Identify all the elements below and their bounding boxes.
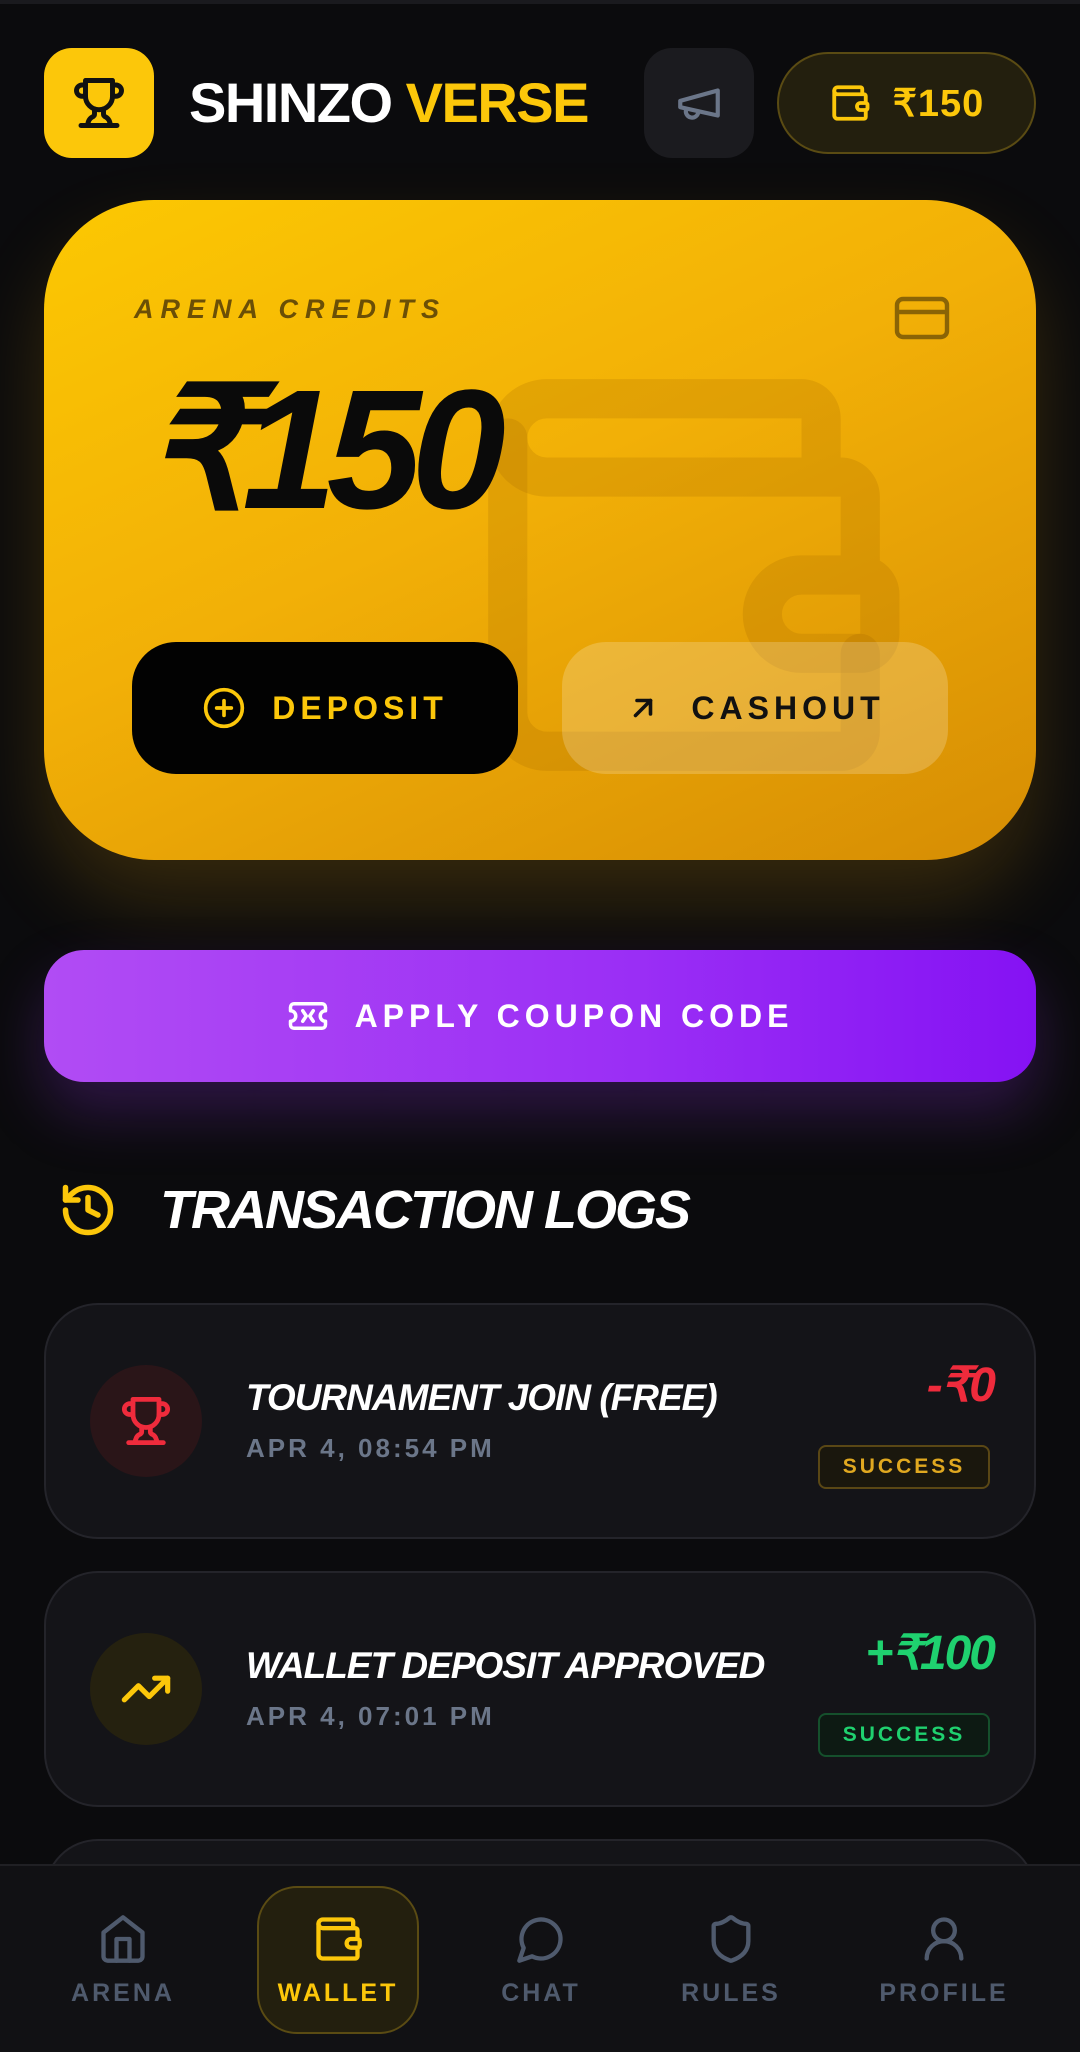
nav-item-label: PROFILE: [879, 1978, 1009, 2007]
nav-item-rules[interactable]: RULES: [650, 1886, 812, 2034]
history-icon: [62, 1184, 114, 1236]
transaction-date: APR 4, 08:54 PM: [246, 1433, 495, 1463]
transaction-name: WALLET DEPOSIT APPROVED: [246, 1645, 765, 1686]
wallet-icon: [832, 85, 870, 121]
megaphone-icon: [678, 88, 720, 120]
deposit-button[interactable]: DEPOSIT: [132, 642, 518, 774]
trophy-icon: [74, 78, 124, 128]
app-logo[interactable]: [44, 48, 154, 158]
credits-label: ARENA CREDITS: [134, 294, 447, 324]
trophy-icon: [122, 1396, 170, 1446]
app-header: SHINZO VERSE ₹150: [44, 48, 1036, 158]
nav-item-chat[interactable]: CHAT: [460, 1886, 622, 2034]
status-badge: SUCCESS: [818, 1445, 990, 1489]
transaction-amount: -₹0: [926, 1359, 996, 1412]
transaction-item[interactable]: WALLET DEPOSIT APPROVED APR 4, 07:01 PM …: [44, 1571, 1036, 1807]
transaction-name: TOURNAMENT JOIN (FREE): [246, 1377, 718, 1418]
deposit-label: DEPOSIT: [272, 689, 448, 726]
home-icon: [101, 1914, 145, 1963]
app-title: SHINZO VERSE: [189, 70, 590, 136]
nav-item-wallet[interactable]: WALLET: [257, 1886, 419, 2034]
status-strip: [0, 0, 1080, 4]
nav-item-profile[interactable]: PROFILE: [863, 1886, 1025, 2034]
transaction-logs-title: TRANSACTION LOGS: [160, 1180, 691, 1240]
user-icon: [924, 1916, 964, 1961]
credit-card-icon: [894, 296, 950, 340]
arena-credits-card: ARENA CREDITS ₹150 DEPOSIT CASHOUT: [44, 200, 1036, 860]
transaction-date: APR 4, 07:01 PM: [246, 1701, 495, 1731]
status-badge: SUCCESS: [818, 1713, 990, 1757]
credits-balance: ₹150: [144, 355, 506, 545]
arrow-up-right-icon: [634, 698, 653, 718]
nav-item-arena[interactable]: ARENA: [42, 1886, 204, 2034]
nav-item-label: WALLET: [277, 1978, 399, 2007]
nav-item-label: ARENA: [71, 1978, 175, 2007]
transaction-logs-header: [58, 1175, 118, 1245]
transaction-amount: +₹100: [865, 1627, 996, 1680]
plus-circle-icon: [204, 687, 245, 729]
nav-item-label: CHAT: [501, 1978, 581, 2007]
wallet-balance-pill[interactable]: ₹150: [777, 52, 1036, 154]
trending-up-icon: [121, 1675, 171, 1703]
ticket-icon: [288, 1002, 327, 1030]
nav-item-label: RULES: [681, 1978, 781, 2007]
shield-icon: [711, 1914, 751, 1963]
transaction-item[interactable]: TOURNAMENT JOIN (FREE) APR 4, 08:54 PM -…: [44, 1303, 1036, 1539]
bottom-navigation: ARENA WALLET CHAT RULES PROFILE: [0, 1864, 1080, 2052]
brand-second-word: VERSE: [405, 71, 590, 134]
announcements-button[interactable]: [644, 48, 754, 158]
cashout-label: CASHOUT: [691, 689, 885, 726]
brand-first-word: SHINZO: [189, 71, 393, 134]
apply-coupon-label: APPLY COUPON CODE: [354, 997, 794, 1034]
wallet-balance-text: ₹150: [892, 82, 985, 125]
apply-coupon-button[interactable]: APPLY COUPON CODE: [44, 950, 1036, 1082]
chat-icon: [517, 1916, 563, 1963]
transaction-icon-badge: [90, 1365, 202, 1477]
cashout-button[interactable]: CASHOUT: [562, 642, 948, 774]
wallet-icon: [316, 1916, 362, 1961]
transaction-icon-badge: [90, 1633, 202, 1745]
